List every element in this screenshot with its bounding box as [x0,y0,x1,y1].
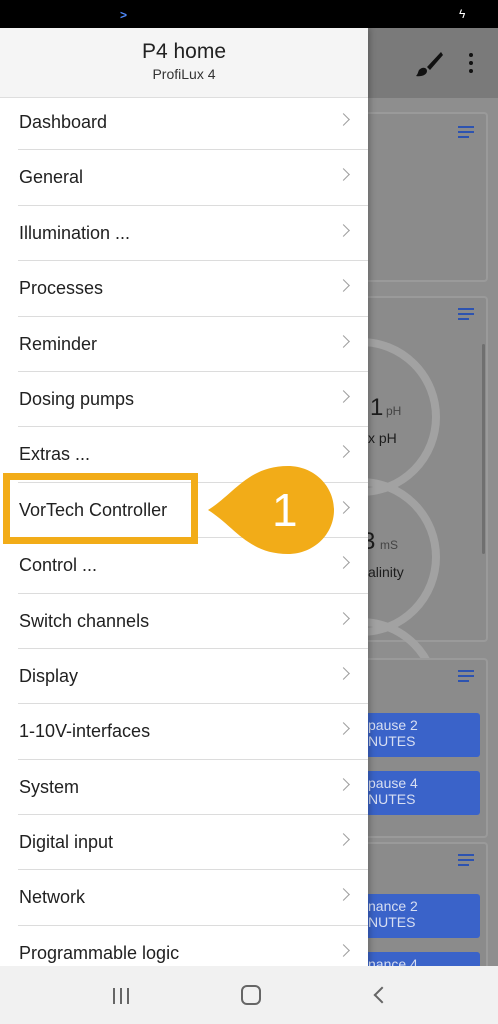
chevron-right-icon [337,777,350,791]
menu-item-label: Illumination ... [19,222,131,243]
menu-item-network[interactable]: Network [18,870,368,926]
chevron-right-icon [337,334,350,348]
menu-item-label: Digital input [19,832,114,853]
callout-number: 1 [272,484,298,536]
gauge-unit: pH [386,404,402,418]
menu-item-label: 1-10V-interfaces [19,721,151,742]
chevron-right-icon [337,279,350,293]
more-options-icon[interactable] [464,50,478,78]
menu-item-programmable-logic[interactable]: Programmable logic [18,926,368,966]
menu-item-label: Extras ... [19,444,91,465]
drawer-title: P4 home [141,40,227,63]
chevron-right-icon [337,113,350,126]
chevron-right-icon [337,556,350,569]
menu-item-label: General [19,167,84,188]
gauge-label: alinity [368,564,404,580]
drawer-header: P4 home ProfiLux 4 [0,28,368,98]
menu-item-label: Reminder [19,333,98,354]
chevron-right-icon [337,390,350,403]
back-icon[interactable] [373,986,391,1004]
menu-item-dashboard[interactable]: Dashboard [18,95,368,151]
menu-item-processes[interactable]: Processes [18,261,368,317]
menu-item-system[interactable]: System [18,760,368,816]
chevron-right-icon [337,943,350,957]
drawer-subtitle: ProfiLux 4 [152,66,216,82]
menu-item-illumination[interactable]: Illumination ... [18,206,368,262]
chevron-icon: > [120,8,128,22]
menu-item-label: Programmable logic [19,942,180,963]
brush-icon[interactable] [414,50,444,78]
callout-marker [208,466,334,554]
status-bar: > ϟ [0,0,498,28]
menu-item-1-10v-interfaces[interactable]: 1-10V-interfaces [18,704,368,760]
card-menu-icon[interactable] [458,854,474,866]
menu-item-general[interactable]: General [18,150,368,206]
gauge-label: x pH [368,430,397,446]
chevron-right-icon [337,888,350,902]
menu-item-label: System [19,776,80,797]
menu-item-label: Dashboard [19,112,108,132]
chevron-right-icon [337,667,350,680]
menu-item-label: Control ... [19,555,98,576]
gauge-unit: mS [380,538,398,552]
chevron-right-icon [337,223,350,237]
home-icon[interactable] [241,985,261,1005]
system-nav-bar [0,966,498,1024]
gauge-value: 1 [370,394,384,421]
chevron-right-icon [337,445,350,459]
chevron-right-icon [337,168,350,182]
chevron-right-icon [337,500,350,514]
menu-item-dosing-pumps[interactable]: Dosing pumps [18,372,368,428]
menu-item-digital-input[interactable]: Digital input [18,815,368,871]
menu-item-display[interactable]: Display [18,649,368,705]
scrollbar[interactable] [482,344,485,554]
chevron-right-icon [337,722,350,736]
menu-item-reminder[interactable]: Reminder [18,317,368,372]
menu-item-label: Switch channels [19,610,150,631]
bolt-icon: ϟ [459,7,466,21]
chevron-right-icon [337,611,350,625]
chevron-right-icon [337,833,350,846]
menu-item-label: Network [19,887,86,908]
menu-item-label: Display [19,665,79,686]
menu-item-label: Processes [19,278,104,299]
recent-apps-icon[interactable] [111,988,131,1004]
menu-item-switch-channels[interactable]: Switch channels [18,594,368,649]
card-menu-icon[interactable] [458,308,474,320]
menu-item-label: Dosing pumps [19,388,135,409]
card-menu-icon[interactable] [458,126,474,138]
card-menu-icon[interactable] [458,670,474,682]
highlight-box [3,473,198,544]
